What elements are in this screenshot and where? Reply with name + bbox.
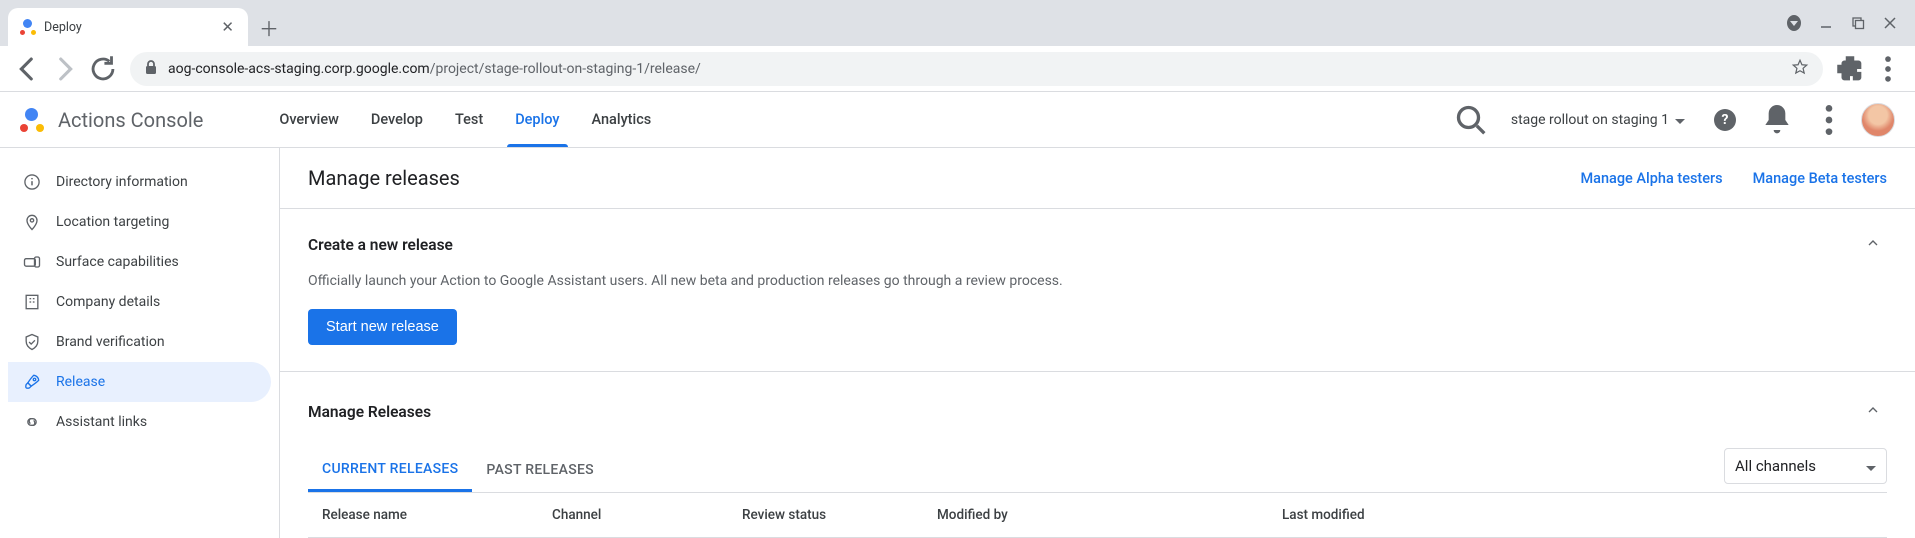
more-icon[interactable]	[1809, 100, 1849, 140]
body-area: Directory information Location targeting…	[0, 148, 1915, 538]
back-button[interactable]	[10, 52, 44, 86]
chevron-down-icon	[1675, 112, 1685, 128]
chrome-menu-icon[interactable]	[1871, 52, 1905, 86]
url-text: aog-console-acs-staging.corp.google.com/…	[168, 61, 701, 77]
browser-toolbar: aog-console-acs-staging.corp.google.com/…	[0, 46, 1915, 92]
col-channel: Channel	[552, 507, 742, 523]
releases-table-header: Release name Channel Review status Modif…	[308, 493, 1887, 538]
browser-tab[interactable]: Deploy ✕	[8, 8, 248, 46]
assistant-logo-icon	[20, 108, 44, 132]
release-tabs-row: CURRENT RELEASES PAST RELEASES All chann…	[308, 448, 1887, 493]
create-release-card: Create a new release Officially launch y…	[280, 209, 1915, 372]
channel-filter-label: All channels	[1735, 457, 1816, 475]
new-tab-button[interactable]: ＋	[254, 12, 284, 42]
main-content: Manage releases Manage Alpha testers Man…	[280, 148, 1915, 538]
notifications-icon[interactable]	[1757, 100, 1797, 140]
link-icon	[22, 412, 42, 432]
top-nav: Overview Develop Test Deploy Analytics	[263, 92, 667, 147]
url-path: /project/stage-rollout-on-staging-1/rele…	[430, 61, 701, 77]
sidebar-item-surface-capabilities[interactable]: Surface capabilities	[8, 242, 271, 282]
tab-past-releases[interactable]: PAST RELEASES	[472, 450, 608, 490]
browser-tab-strip: Deploy ✕ ＋	[0, 0, 1915, 46]
nav-test[interactable]: Test	[439, 92, 499, 147]
manage-alpha-testers-link[interactable]: Manage Alpha testers	[1580, 170, 1722, 187]
col-modified-by: Modified by	[937, 507, 1282, 523]
forward-button[interactable]	[48, 52, 82, 86]
sidebar: Directory information Location targeting…	[0, 148, 280, 538]
sidebar-item-release[interactable]: Release	[8, 362, 271, 402]
sidebar-item-label: Assistant links	[56, 414, 147, 430]
header-right: stage rollout on staging 1 ?	[1451, 100, 1895, 140]
nav-analytics[interactable]: Analytics	[576, 92, 668, 147]
sidebar-item-label: Release	[56, 374, 105, 390]
collapse-icon[interactable]	[1859, 229, 1887, 261]
sidebar-item-label: Surface capabilities	[56, 254, 179, 270]
sidebar-item-label: Location targeting	[56, 214, 169, 230]
reload-button[interactable]	[86, 52, 120, 86]
col-last-modified: Last modified	[1282, 507, 1873, 523]
sidebar-item-label: Brand verification	[56, 334, 165, 350]
sidebar-item-assistant-links[interactable]: Assistant links	[8, 402, 271, 442]
manage-releases-section: Manage Releases CURRENT RELEASES PAST RE…	[280, 372, 1915, 538]
devices-icon	[22, 252, 42, 272]
close-window-icon[interactable]	[1883, 16, 1897, 30]
nav-deploy[interactable]: Deploy	[499, 92, 575, 147]
nav-overview[interactable]: Overview	[263, 92, 355, 147]
info-icon	[22, 172, 42, 192]
url-domain: aog-console-acs-staging.corp.google.com	[168, 61, 430, 77]
collapse-icon[interactable]	[1859, 396, 1887, 428]
help-icon[interactable]: ?	[1705, 100, 1745, 140]
shield-icon	[22, 332, 42, 352]
app-header: Actions Console Overview Develop Test De…	[0, 92, 1915, 148]
sidebar-item-brand-verification[interactable]: Brand verification	[8, 322, 271, 362]
page-title: Manage releases	[308, 166, 460, 190]
project-name: stage rollout on staging 1	[1511, 112, 1669, 128]
start-new-release-button[interactable]: Start new release	[308, 309, 457, 345]
account-dropdown-icon[interactable]	[1787, 16, 1801, 30]
maximize-icon[interactable]	[1851, 16, 1865, 30]
tab-current-releases[interactable]: CURRENT RELEASES	[308, 449, 472, 492]
project-selector[interactable]: stage rollout on staging 1	[1503, 106, 1693, 134]
sidebar-item-company-details[interactable]: Company details	[8, 282, 271, 322]
nav-develop[interactable]: Develop	[355, 92, 439, 147]
sidebar-item-directory-information[interactable]: Directory information	[8, 162, 271, 202]
app-title: Actions Console	[58, 108, 203, 132]
location-icon	[22, 212, 42, 232]
section-title: Manage Releases	[308, 403, 431, 421]
channel-filter-select[interactable]: All channels	[1724, 448, 1887, 484]
chevron-down-icon	[1866, 457, 1876, 475]
manage-beta-testers-link[interactable]: Manage Beta testers	[1753, 170, 1887, 187]
card-title: Create a new release	[308, 236, 453, 254]
window-controls	[1787, 0, 1915, 46]
sidebar-item-label: Directory information	[56, 174, 188, 190]
sidebar-item-label: Company details	[56, 294, 160, 310]
avatar[interactable]	[1861, 103, 1895, 137]
minimize-icon[interactable]	[1819, 16, 1833, 30]
sidebar-item-location-targeting[interactable]: Location targeting	[8, 202, 271, 242]
search-icon[interactable]	[1451, 100, 1491, 140]
col-review-status: Review status	[742, 507, 937, 523]
rocket-icon	[22, 372, 42, 392]
lock-icon	[144, 59, 158, 79]
bookmark-star-icon[interactable]	[1791, 58, 1809, 80]
col-release-name: Release name	[322, 507, 552, 523]
tab-title: Deploy	[44, 20, 219, 35]
building-icon	[22, 292, 42, 312]
page-header: Manage releases Manage Alpha testers Man…	[280, 148, 1915, 209]
tab-favicon-icon	[20, 19, 36, 35]
tab-close-icon[interactable]: ✕	[219, 16, 236, 38]
extensions-icon[interactable]	[1833, 52, 1867, 86]
page-header-actions: Manage Alpha testers Manage Beta testers	[1580, 170, 1887, 187]
card-description: Officially launch your Action to Google …	[308, 273, 1887, 289]
address-bar[interactable]: aog-console-acs-staging.corp.google.com/…	[130, 52, 1823, 86]
section-header: Manage Releases	[308, 396, 1887, 428]
card-header: Create a new release	[308, 229, 1887, 261]
